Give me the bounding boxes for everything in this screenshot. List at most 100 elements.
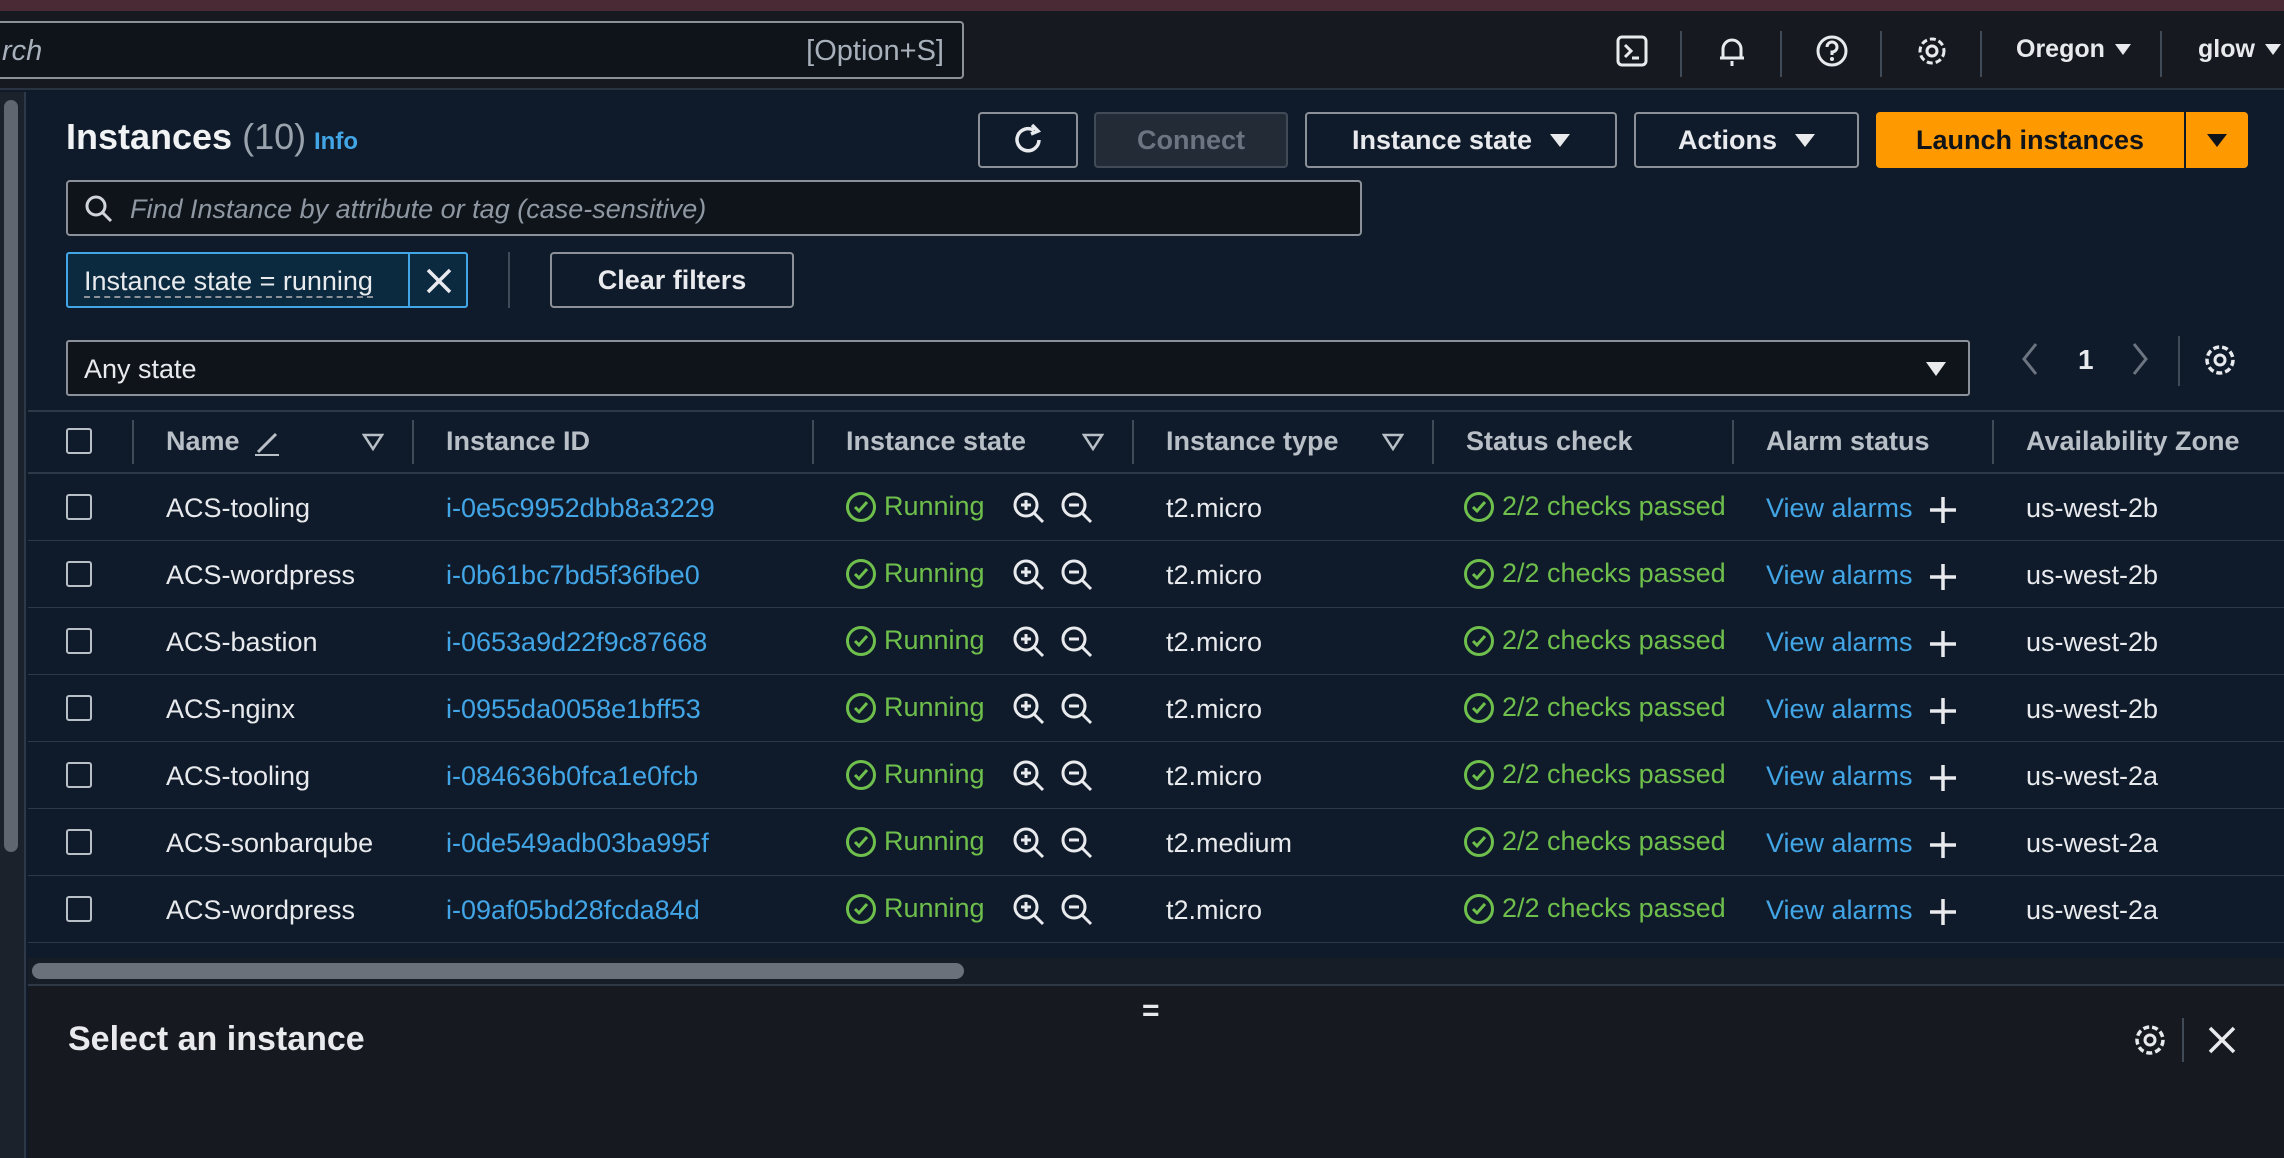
zoom-out-icon[interactable]: [1060, 893, 1094, 927]
instance-id-link[interactable]: i-0de549adb03ba995f: [446, 828, 709, 859]
zoom-in-icon[interactable]: [1012, 558, 1046, 592]
instance-id-link[interactable]: i-0955da0058e1bff53: [446, 694, 701, 725]
column-header-name[interactable]: Name: [166, 426, 240, 457]
zoom-out-icon[interactable]: [1060, 625, 1094, 659]
instance-id-link[interactable]: i-084636b0fca1e0fcb: [446, 761, 698, 792]
plus-icon[interactable]: [1928, 562, 1958, 592]
launch-dropdown-button[interactable]: [2186, 112, 2248, 168]
bell-icon[interactable]: [1714, 33, 1750, 69]
connect-button[interactable]: Connect: [1094, 112, 1288, 168]
column-header-alarm-status[interactable]: Alarm status: [1766, 426, 1930, 457]
instance-id-link[interactable]: i-0b61bc7bd5f36fbe0: [446, 560, 700, 591]
zoom-in-icon[interactable]: [1012, 826, 1046, 860]
table-row[interactable]: ACS-sonbarqube i-0de549adb03ba995f Runni…: [28, 809, 2284, 876]
availability-zone: us-west-2b: [2026, 493, 2159, 523]
zoom-out-icon[interactable]: [1060, 558, 1094, 592]
zoom-out-icon[interactable]: [1060, 491, 1094, 525]
split-panel-settings-icon[interactable]: [2132, 1022, 2168, 1058]
zoom-in-icon[interactable]: [1012, 893, 1046, 927]
plus-icon[interactable]: [1928, 629, 1958, 659]
availability-zone: us-west-2a: [2026, 895, 2159, 925]
instance-name: ACS-nginx: [166, 694, 296, 724]
zoom-in-icon[interactable]: [1012, 692, 1046, 726]
sort-icon[interactable]: [1382, 432, 1404, 452]
availability-zone: us-west-2b: [2026, 694, 2159, 724]
page-number[interactable]: 1: [2078, 344, 2094, 376]
settings-icon[interactable]: [1914, 33, 1950, 69]
zoom-in-icon[interactable]: [1012, 491, 1046, 525]
resize-handle[interactable]: =: [1142, 994, 1160, 1028]
plus-icon[interactable]: [1928, 763, 1958, 793]
instance-state: Running: [846, 759, 985, 790]
row-checkbox[interactable]: [66, 896, 92, 922]
refresh-button[interactable]: [978, 112, 1078, 168]
sort-icon[interactable]: [1082, 432, 1104, 452]
divider: [2160, 31, 2162, 77]
plus-icon[interactable]: [1928, 830, 1958, 860]
horizontal-scrollbar[interactable]: [32, 963, 964, 979]
chevron-right-icon[interactable]: [2128, 340, 2152, 378]
filter-token[interactable]: Instance state = running: [66, 252, 468, 308]
preferences-gear-icon[interactable]: [2202, 342, 2238, 378]
plus-icon[interactable]: [1928, 696, 1958, 726]
actions-button[interactable]: Actions: [1634, 112, 1859, 168]
status-check: 2/2 checks passed: [1464, 759, 1762, 790]
filter-placeholder: Find Instance by attribute or tag (case-…: [130, 194, 707, 224]
row-checkbox[interactable]: [66, 561, 92, 587]
sort-icon[interactable]: [362, 432, 384, 452]
launch-instances-button[interactable]: Launch instances: [1876, 112, 2184, 168]
view-alarms-link[interactable]: View alarms: [1766, 627, 1913, 658]
view-alarms-link[interactable]: View alarms: [1766, 828, 1913, 859]
cloudshell-icon[interactable]: [1614, 33, 1650, 69]
close-icon[interactable]: [2206, 1024, 2238, 1056]
column-divider: [132, 420, 134, 464]
info-link[interactable]: Info: [314, 128, 358, 156]
view-alarms-link[interactable]: View alarms: [1766, 895, 1913, 926]
table-row[interactable]: ACS-tooling i-084636b0fca1e0fcb Running …: [28, 742, 2284, 809]
vertical-scrollbar[interactable]: [4, 100, 18, 852]
instance-id-link[interactable]: i-0e5c9952dbb8a3229: [446, 493, 715, 524]
account-menu[interactable]: glow: [2198, 35, 2281, 64]
instance-state-button[interactable]: Instance state: [1305, 112, 1617, 168]
zoom-out-icon[interactable]: [1060, 759, 1094, 793]
row-checkbox[interactable]: [66, 762, 92, 788]
view-alarms-link[interactable]: View alarms: [1766, 493, 1913, 524]
view-alarms-link[interactable]: View alarms: [1766, 560, 1913, 591]
zoom-in-icon[interactable]: [1012, 625, 1046, 659]
column-header-instance-type[interactable]: Instance type: [1166, 426, 1339, 457]
select-all-checkbox[interactable]: [66, 428, 92, 454]
instance-type: t2.micro: [1166, 627, 1263, 657]
instance-filter-input[interactable]: Find Instance by attribute or tag (case-…: [66, 180, 1362, 236]
chevron-left-icon[interactable]: [2018, 340, 2042, 378]
view-alarms-link[interactable]: View alarms: [1766, 694, 1913, 725]
row-checkbox[interactable]: [66, 628, 92, 654]
instance-id-link[interactable]: i-0653a9d22f9c87668: [446, 627, 707, 658]
table-row[interactable]: ACS-wordpress i-0b61bc7bd5f36fbe0 Runnin…: [28, 541, 2284, 608]
table-row[interactable]: ACS-wordpress i-09af05bd28fcda84d Runnin…: [28, 876, 2284, 943]
table-row[interactable]: ACS-nginx i-0955da0058e1bff53 Running t2…: [28, 675, 2284, 742]
column-header-status-check[interactable]: Status check: [1466, 426, 1633, 457]
help-icon[interactable]: [1814, 33, 1850, 69]
row-checkbox[interactable]: [66, 829, 92, 855]
column-header-instance-state[interactable]: Instance state: [846, 426, 1026, 457]
clear-filters-button[interactable]: Clear filters: [550, 252, 794, 308]
zoom-out-icon[interactable]: [1060, 692, 1094, 726]
check-circle-icon: [846, 692, 876, 723]
table-row[interactable]: ACS-tooling i-0e5c9952dbb8a3229 Running …: [28, 474, 2284, 541]
zoom-out-icon[interactable]: [1060, 826, 1094, 860]
zoom-in-icon[interactable]: [1012, 759, 1046, 793]
row-checkbox[interactable]: [66, 494, 92, 520]
close-icon[interactable]: [424, 266, 454, 296]
column-header-instance-id[interactable]: Instance ID: [446, 426, 590, 457]
plus-icon[interactable]: [1928, 897, 1958, 927]
state-select[interactable]: Any state: [66, 340, 1970, 396]
table-row[interactable]: ACS-bastion i-0653a9d22f9c87668 Running …: [28, 608, 2284, 675]
row-checkbox[interactable]: [66, 695, 92, 721]
plus-icon[interactable]: [1928, 495, 1958, 525]
column-header-availability-zone[interactable]: Availability Zone: [2026, 426, 2240, 457]
global-search-input[interactable]: rch [Option+S]: [0, 21, 964, 79]
instance-name: ACS-tooling: [166, 761, 311, 791]
view-alarms-link[interactable]: View alarms: [1766, 761, 1913, 792]
region-selector[interactable]: Oregon: [2016, 35, 2131, 64]
instance-id-link[interactable]: i-09af05bd28fcda84d: [446, 895, 700, 926]
